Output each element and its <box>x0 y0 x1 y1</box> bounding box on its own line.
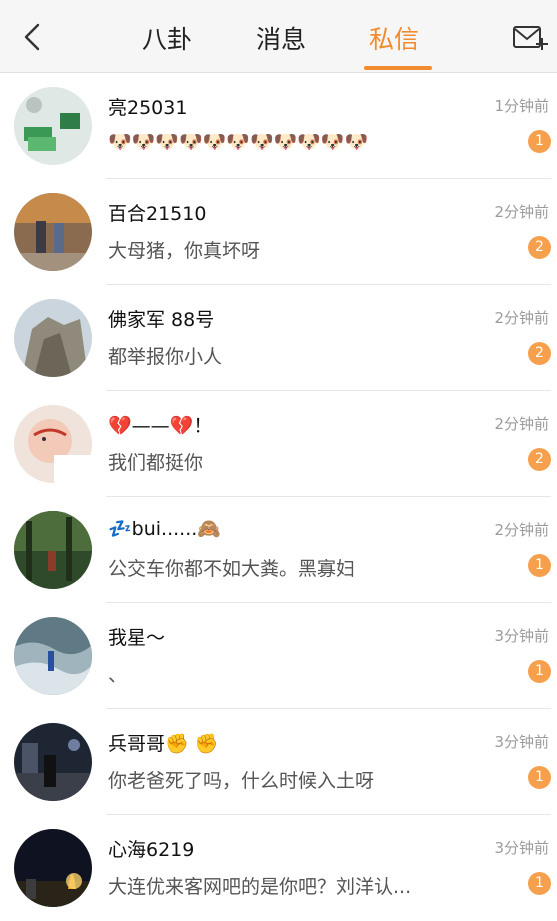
active-tab-indicator <box>364 66 432 70</box>
tab-messages[interactable]: 消息 <box>256 20 306 56</box>
avatar[interactable] <box>14 511 92 589</box>
sender-name: 我星～ <box>108 627 166 649</box>
avatar[interactable] <box>14 193 92 271</box>
conversation-row[interactable]: 💔——💔！ 我们都挺你 2分钟前 2 <box>0 391 557 497</box>
top-navigation-bar: 八卦 消息 私信 <box>0 0 557 73</box>
conversation-row[interactable]: 我星～ 、 3分钟前 1 <box>0 603 557 709</box>
message-preview: 大连优来客网吧的是你吧？刘洋认... <box>108 876 412 898</box>
unread-badge: 1 <box>528 872 551 895</box>
unread-badge: 2 <box>528 342 551 365</box>
conversation-row[interactable]: 百合21510 大母猪，你真坏呀 2分钟前 2 <box>0 179 557 285</box>
message-time: 2分钟前 <box>494 521 549 539</box>
back-chevron-icon[interactable] <box>18 22 48 52</box>
message-preview: 、 <box>108 664 128 686</box>
conversation-row[interactable]: 佛家军 88号 都举报你小人 2分钟前 2 <box>0 285 557 391</box>
message-time: 2分钟前 <box>494 309 549 327</box>
avatar[interactable] <box>14 405 92 483</box>
unread-badge: 1 <box>528 130 551 153</box>
message-preview: 公交车你都不如大粪。黑寡妇 <box>108 558 356 580</box>
avatar[interactable] <box>14 87 92 165</box>
message-preview: 大母猪，你真坏呀 <box>108 240 261 262</box>
message-time: 3分钟前 <box>494 839 549 857</box>
sender-name: 百合21510 <box>108 203 207 225</box>
unread-badge: 2 <box>528 236 551 259</box>
message-preview: 🐶🐶🐶🐶🐶🐶🐶🐶🐶🐶🐶 <box>108 131 369 153</box>
avatar[interactable] <box>14 617 92 695</box>
unread-badge: 2 <box>528 448 551 471</box>
compose-message-icon[interactable] <box>512 24 548 52</box>
unread-badge: 1 <box>528 766 551 789</box>
message-time: 1分钟前 <box>494 97 549 115</box>
message-time: 3分钟前 <box>494 627 549 645</box>
sender-name: 兵哥哥✊ ✊ <box>108 733 219 755</box>
message-preview: 我们都挺你 <box>108 452 204 474</box>
conversation-row[interactable]: 兵哥哥✊ ✊ 你老爸死了吗，什么时候入土呀 3分钟前 1 <box>0 709 557 815</box>
unread-badge: 1 <box>528 554 551 577</box>
message-time: 2分钟前 <box>494 203 549 221</box>
avatar[interactable] <box>14 829 92 907</box>
conversation-row[interactable]: 💤bui......🙈 公交车你都不如大粪。黑寡妇 2分钟前 1 <box>0 497 557 603</box>
sender-name: 心海6219 <box>108 839 195 861</box>
conversation-row[interactable]: 亮25031 🐶🐶🐶🐶🐶🐶🐶🐶🐶🐶🐶 1分钟前 1 <box>0 73 557 179</box>
message-preview: 都举报你小人 <box>108 346 223 368</box>
avatar[interactable] <box>14 299 92 377</box>
sender-name: 💔——💔！ <box>108 415 213 437</box>
conversation-list: 亮25031 🐶🐶🐶🐶🐶🐶🐶🐶🐶🐶🐶 1分钟前 1 百合21510 大母猪，你真… <box>0 73 557 921</box>
sender-name: 佛家军 88号 <box>108 309 215 331</box>
message-time: 3分钟前 <box>494 733 549 751</box>
unread-badge: 1 <box>528 660 551 683</box>
sender-name: 亮25031 <box>108 97 188 119</box>
tab-private-messages[interactable]: 私信 <box>369 20 419 56</box>
message-preview: 你老爸死了吗，什么时候入土呀 <box>108 770 375 792</box>
avatar[interactable] <box>14 723 92 801</box>
message-time: 2分钟前 <box>494 415 549 433</box>
conversation-row[interactable]: 心海6219 大连优来客网吧的是你吧？刘洋认... 3分钟前 1 <box>0 815 557 921</box>
tab-gossip[interactable]: 八卦 <box>142 20 192 56</box>
sender-name: 💤bui......🙈 <box>108 518 221 540</box>
